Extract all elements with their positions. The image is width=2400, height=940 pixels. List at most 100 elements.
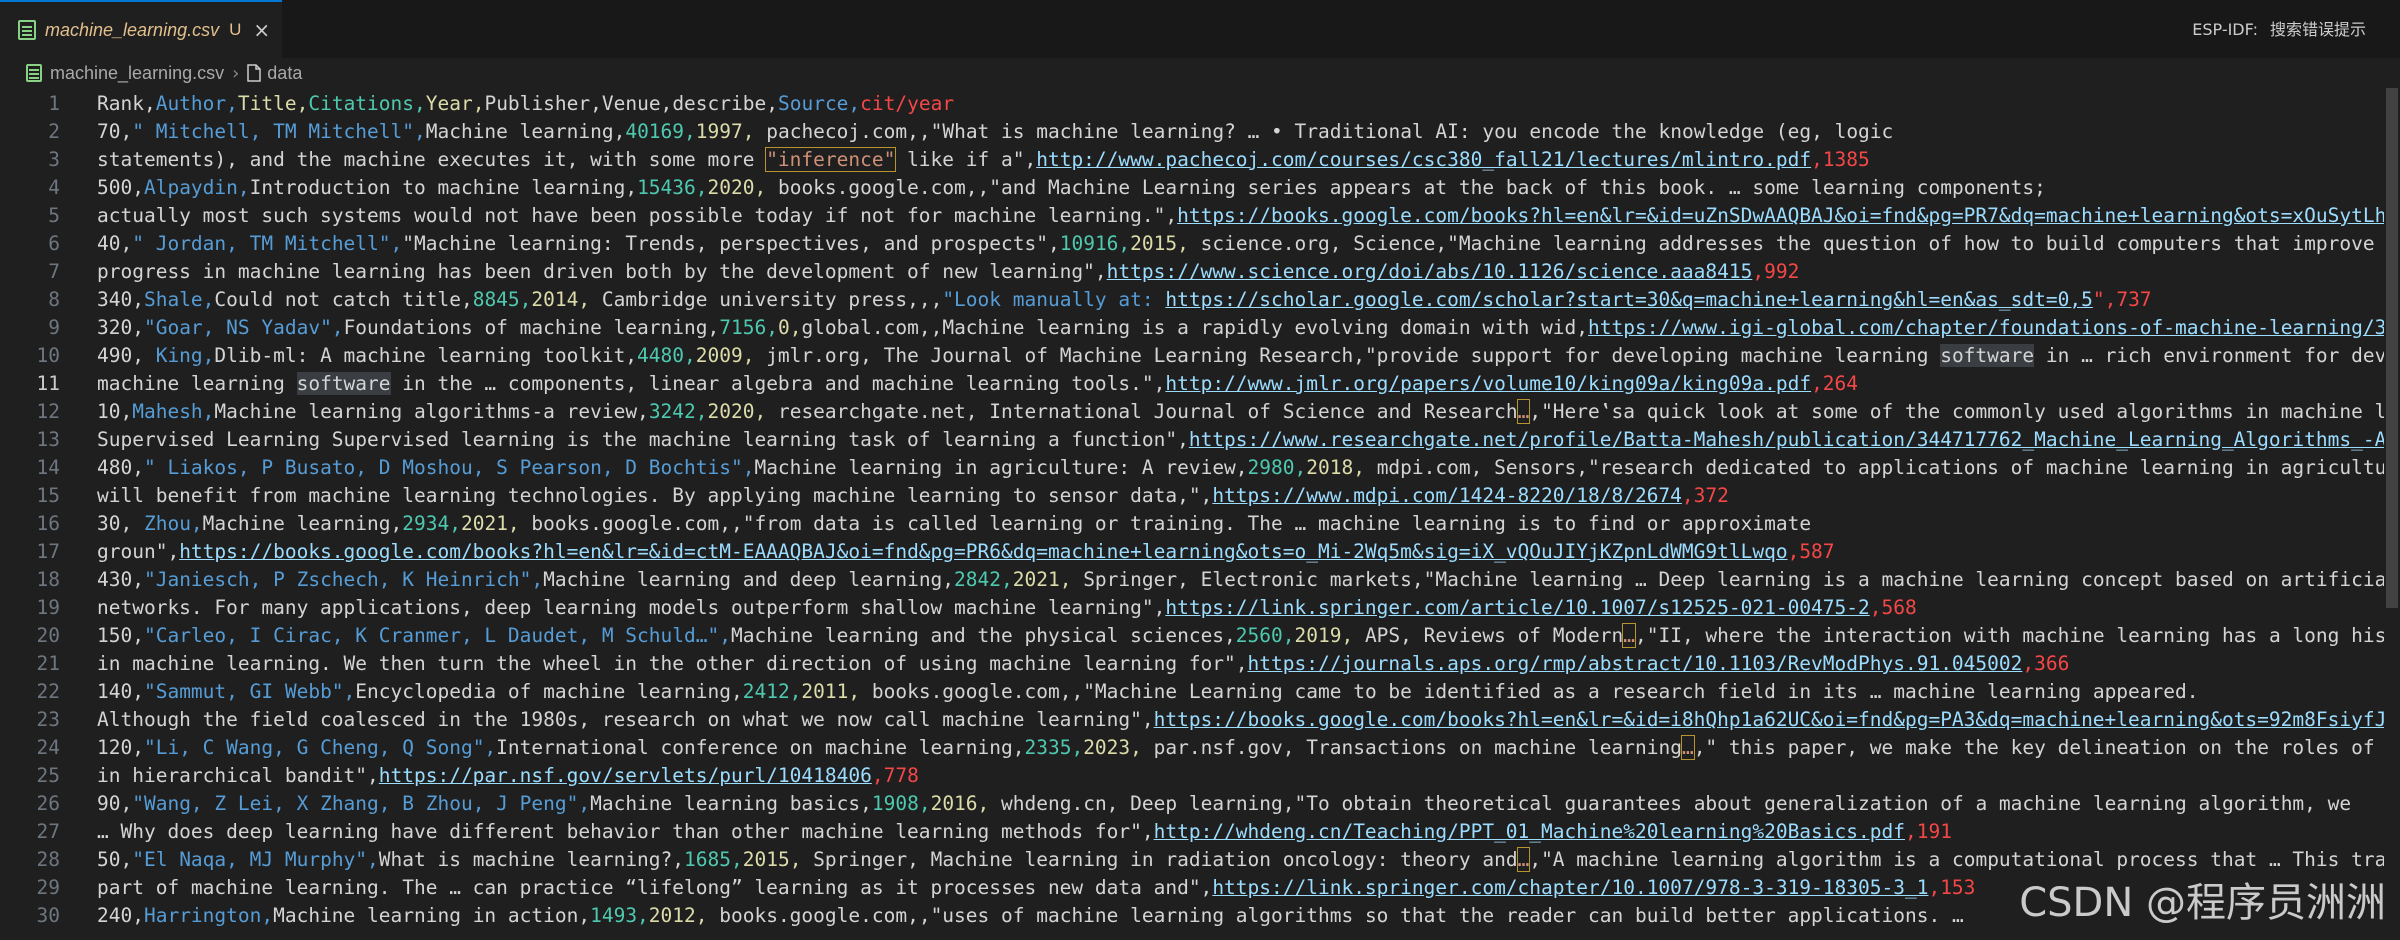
editor-line[interactable]: 11 machine learning software in the … com… [0,370,2400,398]
code-token: 2015, [742,848,802,871]
code-token: 70, [97,120,133,143]
code-token: … [1680,735,1695,760]
line-content[interactable]: part of machine learning. The … can prac… [97,874,1975,902]
url-link[interactable]: http://www.jmlr.org/papers/volume10/king… [1165,372,1811,395]
esp-idf-search-error-hint[interactable]: ESP-IDF: 搜索错误提示 [2192,16,2366,40]
code-token: ,"II, where the interaction with machine… [1634,624,2400,647]
line-content[interactable]: will benefit from machine learning techn… [97,482,1729,510]
editor-line[interactable]: 23 Although the field coalesced in the 19… [0,706,2400,734]
line-content[interactable]: in machine learning. We then turn the wh… [97,650,2069,678]
line-content[interactable]: 320,"Goar, NS Yadav",Foundations of mach… [97,314,2400,342]
tab-machine-learning-csv[interactable]: machine_learning.csv U × [0,0,282,58]
editor-line[interactable]: 5 actually most such systems would not ha… [0,202,2400,230]
editor-line[interactable]: 7 progress in machine learning has been d… [0,258,2400,286]
code-editor[interactable]: 1 Rank,Author,Title,Citations,Year,Publis… [0,88,2400,940]
line-content[interactable]: 70," Mitchell, TM Mitchell",Machine lear… [97,118,1893,146]
line-content[interactable]: 500,Alpaydin,Introduction to machine lea… [97,174,2046,202]
line-content[interactable]: 480," Liakos, P Busato, D Moshou, S Pear… [97,454,2400,482]
editor-line[interactable]: 10 490, King,Dlib-ml: A machine learning … [0,342,2400,370]
editor-line[interactable]: 22 140,"Sammut, GI Webb",Encyclopedia of … [0,678,2400,706]
url-link[interactable]: https://books.google.com/books?hl=en&lr=… [179,540,1787,563]
url-link[interactable]: https://www.igi-global.com/chapter/found… [1588,316,2400,339]
line-number: 1 [48,92,60,115]
editor-line[interactable]: 6 40," Jordan, TM Mitchell","Machine lear… [0,230,2400,258]
editor-line[interactable]: 26 90,"Wang, Z Lei, X Zhang, B Zhou, J Pe… [0,790,2400,818]
line-content[interactable]: groun",https://books.google.com/books?hl… [97,538,1835,566]
line-content[interactable]: machine learning software in the … compo… [97,370,1858,398]
editor-line[interactable]: 24 120,"Li, C Wang, G Cheng, Q Song",Inte… [0,734,2400,762]
line-content[interactable]: Although the field coalesced in the 1980… [97,706,2400,734]
line-content[interactable]: progress in machine learning has been dr… [97,258,1799,286]
untracked-badge: U [229,20,242,39]
code-token: 1908, [871,792,931,815]
editor-line[interactable]: 25 in hierarchical bandit",https://par.ns… [0,762,2400,790]
code-token: … [1516,847,1531,872]
scrollbar-thumb[interactable] [2386,88,2398,608]
url-link[interactable]: http://whdeng.cn/Teaching/PPT_01_Machine… [1154,820,1905,843]
code-token: like if a", [895,148,1037,171]
line-content[interactable]: in hierarchical bandit",https://par.nsf.… [97,762,919,790]
code-token: Shale, [143,288,215,311]
line-content[interactable]: Rank,Author,Title,Citations,Year,Publish… [97,90,954,118]
editor-line[interactable]: 27 … Why does deep learning have differen… [0,818,2400,846]
url-link[interactable]: https://scholar.google.com/scholar?start… [1165,288,2092,311]
url-link[interactable]: https://www.researchgate.net/profile/Bat… [1189,428,2400,451]
line-content[interactable]: 30, Zhou,Machine learning,2934,2021, boo… [97,510,1811,538]
line-content[interactable]: 240,Harrington,Machine learning in actio… [97,902,1964,930]
editor-line[interactable]: 8 340,Shale,Could not catch title,8845,20… [0,286,2400,314]
url-link[interactable]: https://books.google.com/books?hl=en&lr=… [1177,204,2400,227]
editor-line[interactable]: 2 70," Mitchell, TM Mitchell",Machine lea… [0,118,2400,146]
line-content[interactable]: 490, King,Dlib-ml: A machine learning to… [97,342,2400,370]
close-icon[interactable]: × [253,18,270,42]
url-link[interactable]: https://www.mdpi.com/1424-8220/18/8/2674 [1212,484,1682,507]
editor-line[interactable]: 9 320,"Goar, NS Yadav",Foundations of mac… [0,314,2400,342]
line-content[interactable]: Supervised Learning Supervised learning … [97,426,2400,454]
code-token: Machine learning and deep learning, [543,568,955,591]
editor-line[interactable]: 12 10,Mahesh,Machine learning algorithms-… [0,398,2400,426]
editor-line[interactable]: 19 networks. For many applications, deep … [0,594,2400,622]
editor-line[interactable]: 15 will benefit from machine learning tec… [0,482,2400,510]
editor-line[interactable]: 3 statements), and the machine executes i… [0,146,2400,174]
line-content[interactable]: actually most such systems would not hav… [97,202,2400,230]
code-token: "Machine learning … Deep learning is a m… [1423,568,2400,591]
line-content[interactable]: … Why does deep learning have different … [97,818,1952,846]
line-content[interactable]: 40," Jordan, TM Mitchell","Machine learn… [97,230,2400,258]
breadcrumb-node[interactable]: data [267,63,302,84]
code-token: in … rich environment for developing [2045,344,2400,367]
line-content[interactable]: 120,"Li, C Wang, G Cheng, Q Song",Intern… [97,734,2400,762]
line-content[interactable]: statements), and the machine executes it… [97,146,1870,174]
breadcrumb-file[interactable]: machine_learning.csv [50,63,224,84]
line-content[interactable]: 150,"Carleo, I Cirac, K Cranmer, L Daude… [97,622,2400,650]
editor-line[interactable]: 1 Rank,Author,Title,Citations,Year,Publis… [0,90,2400,118]
code-token: Machine learning basics, [590,792,872,815]
editor-line[interactable]: 16 30, Zhou,Machine learning,2934,2021, b… [0,510,2400,538]
line-number: 5 [48,204,60,227]
url-link[interactable]: https://journals.aps.org/rmp/abstract/10… [1248,652,2023,675]
url-link[interactable]: https://books.google.com/books?hl=en&lr=… [1154,708,2400,731]
vertical-scrollbar[interactable] [2384,88,2400,940]
line-content[interactable]: networks. For many applications, deep le… [97,594,1917,622]
url-link[interactable]: https://www.science.org/doi/abs/10.1126/… [1107,260,1753,283]
url-link[interactable]: https://link.springer.com/article/10.100… [1165,596,1869,619]
spreadsheet-file-icon [26,64,42,82]
code-token: King, [155,344,215,367]
line-content[interactable]: 140,"Sammut, GI Webb",Encyclopedia of ma… [97,678,2199,706]
editor-line[interactable]: 18 430,"Janiesch, P Zschech, K Heinrich",… [0,566,2400,594]
editor-line[interactable]: 20 150,"Carleo, I Cirac, K Cranmer, L Dau… [0,622,2400,650]
code-token: ,587 [1787,540,1835,563]
editor-line[interactable]: 21 in machine learning. We then turn the … [0,650,2400,678]
line-content[interactable]: 10,Mahesh,Machine learning algorithms-a … [97,398,2400,426]
editor-line[interactable]: 17 groun",https://books.google.com/books?… [0,538,2400,566]
code-token: ,1385 [1811,148,1870,171]
line-content[interactable]: 90,"Wang, Z Lei, X Zhang, B Zhou, J Peng… [97,790,2351,818]
line-content[interactable]: 430,"Janiesch, P Zschech, K Heinrich",Ma… [97,566,2400,594]
editor-line[interactable]: 13 Supervised Learning Supervised learnin… [0,426,2400,454]
editor-line[interactable]: 14 480," Liakos, P Busato, D Moshou, S Pe… [0,454,2400,482]
url-link[interactable]: http://www.pachecoj.com/courses/csc380_f… [1036,148,1811,171]
code-token: … [1516,399,1531,424]
editor-line[interactable]: 4 500,Alpaydin,Introduction to machine le… [0,174,2400,202]
line-content[interactable]: 340,Shale,Could not catch title,8845,201… [97,286,2152,314]
url-link[interactable]: https://link.springer.com/chapter/10.100… [1212,876,1928,899]
url-link[interactable]: https://par.nsf.gov/servlets/purl/104184… [379,764,872,787]
line-number: 14 [36,456,60,479]
